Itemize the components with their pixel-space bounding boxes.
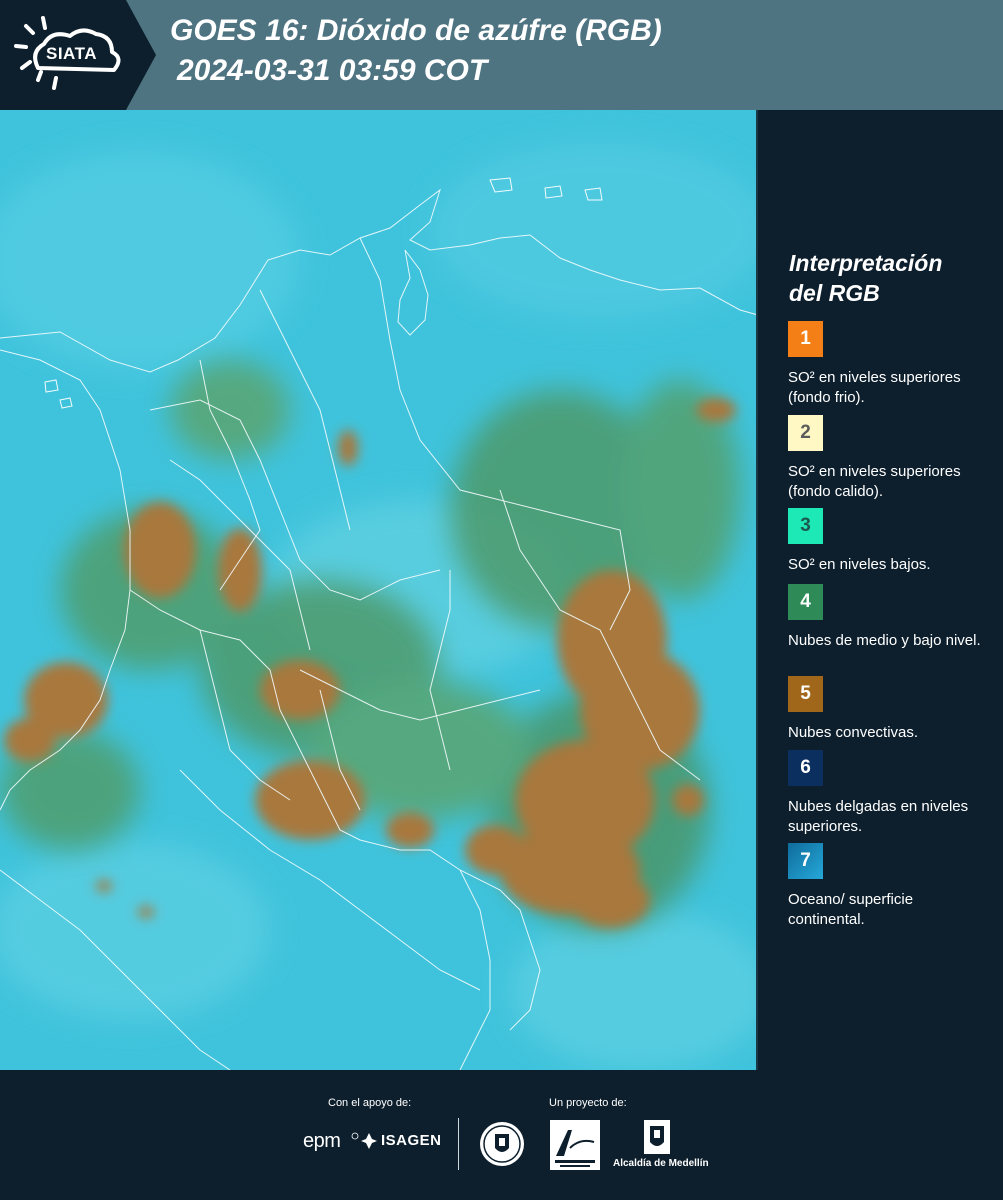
alcaldia-logo-icon xyxy=(644,1120,670,1154)
satellite-map[interactable] xyxy=(0,110,758,1070)
legend-swatch-2: 2 xyxy=(788,415,823,451)
page-timestamp: 2024-03-31 03:59 COT xyxy=(177,54,488,87)
legend-swatch-7: 7 xyxy=(788,843,823,879)
legend-item-3: 3 SO² en niveles bajos. xyxy=(788,508,998,575)
legend-item-1: 1 SO² en niveles superiores (fondo frio)… xyxy=(788,321,998,408)
legend-label-6: Nubes delgadas en niveles superiores. xyxy=(788,798,969,835)
medellin-seal-icon xyxy=(480,1122,524,1166)
legend-label-3: SO² en niveles bajos. xyxy=(788,556,931,573)
legend-title-line2: del RGB xyxy=(789,280,880,306)
legend-swatch-3: 3 xyxy=(788,508,823,544)
isagen-logo-icon xyxy=(361,1133,377,1149)
legend-title: Interpretación del RGB xyxy=(789,248,989,308)
epm-logo: epm xyxy=(303,1130,341,1152)
legend-swatch-1: 1 xyxy=(788,321,823,357)
legend-item-5: 5 Nubes convectivas. xyxy=(788,676,998,743)
page-title: GOES 16: Dióxido de azúfre (RGB) xyxy=(170,14,662,47)
legend-title-line1: Interpretación xyxy=(789,250,943,276)
legend-item-2: 2 SO² en niveles superiores (fondo calid… xyxy=(788,415,998,502)
legend-swatch-5: 5 xyxy=(788,676,823,712)
legend-item-6: 6 Nubes delgadas en niveles superiores. xyxy=(788,750,998,837)
alcaldia-label: Alcaldía de Medellín xyxy=(613,1158,709,1169)
siata-logo-text: SIATA xyxy=(46,44,97,63)
legend-label-2: SO² en niveles superiores (fondo calido)… xyxy=(788,463,961,500)
legend-label-1: SO² en niveles superiores (fondo frio). xyxy=(788,369,961,406)
legend-swatch-6: 6 xyxy=(788,750,823,786)
legend-item-4: 4 Nubes de medio y bajo nivel. xyxy=(788,584,998,651)
satellite-image xyxy=(0,110,756,1070)
legend-panel: Interpretación del RGB 1 SO² en niveles … xyxy=(760,110,1003,1070)
area-metropolitana-logo-icon xyxy=(550,1120,600,1170)
legend-label-4: Nubes de medio y bajo nivel. xyxy=(788,632,981,649)
header-bar: SIATA GOES 16: Dióxido de azúfre (RGB) 2… xyxy=(0,0,1003,110)
legend-label-5: Nubes convectivas. xyxy=(788,724,919,741)
legend-swatch-4: 4 xyxy=(788,584,823,620)
footer-divider xyxy=(458,1118,459,1170)
legend-label-7: Oceano/ superficie continental. xyxy=(788,891,914,928)
project-label: Un proyecto de: xyxy=(549,1097,627,1109)
support-label: Con el apoyo de: xyxy=(328,1097,412,1109)
footer: Con el apoyo de: Un proyecto de: epm ISA… xyxy=(0,1070,1003,1200)
legend-item-7: 7 Oceano/ superficie continental. xyxy=(788,843,998,930)
siata-logo: SIATA xyxy=(0,0,158,110)
isagen-logo: ISAGEN xyxy=(381,1132,442,1149)
